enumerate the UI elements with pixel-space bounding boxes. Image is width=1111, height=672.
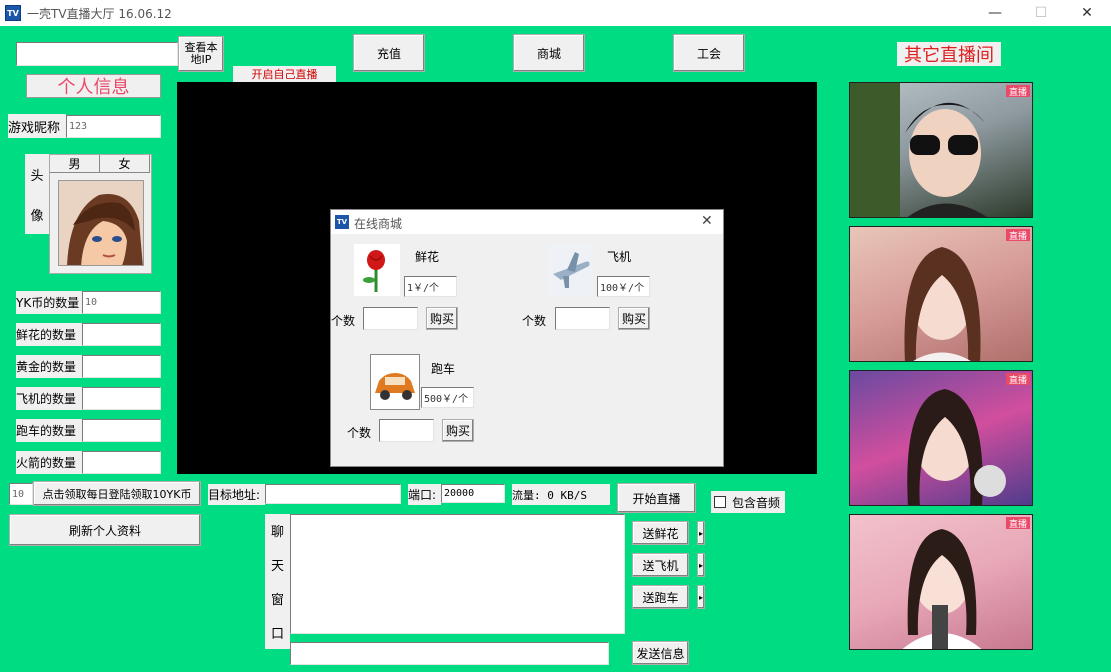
title-bar: TV 一壳TV直播大厅 16.06.12 — ☐ ✕ — [0, 0, 1111, 26]
chat-message-input[interactable] — [290, 642, 609, 665]
count-label: 鲜花的数量 — [16, 323, 82, 346]
count-field[interactable] — [82, 355, 161, 378]
live-room-thumbnail[interactable]: 直播 — [849, 82, 1033, 218]
app-icon: TV — [5, 5, 21, 21]
start-live-button[interactable]: 开始直播 — [617, 483, 696, 513]
airplane-icon — [547, 244, 593, 296]
count-label: 黄金的数量 — [16, 355, 82, 378]
streamer-photo-icon — [904, 247, 981, 361]
avatar-label-2: 像 — [30, 208, 44, 224]
tab-male[interactable]: 男 — [50, 155, 100, 173]
count-label: 火箭的数量 — [16, 451, 82, 474]
live-badge: 直播 — [1005, 517, 1030, 530]
send-car-button[interactable]: 送跑车 — [632, 585, 689, 609]
port-label: 端口: — [408, 484, 441, 505]
audio-checkbox[interactable] — [714, 496, 726, 508]
avatar-image-icon — [59, 181, 143, 265]
streamer-photo-icon — [902, 529, 982, 649]
close-icon[interactable]: ✕ — [1064, 0, 1110, 26]
chat-label-char: 窗 — [270, 592, 284, 608]
flower-quantity-spinner[interactable]: ▸ — [697, 521, 705, 545]
refresh-profile-button[interactable]: 刷新个人资料 — [9, 514, 201, 546]
avatar[interactable] — [58, 180, 144, 266]
count-label: 跑车的数量 — [16, 419, 82, 442]
live-room-thumbnail[interactable]: 直播 — [849, 370, 1033, 506]
audio-checkbox-row[interactable]: 包含音频 — [711, 491, 785, 513]
tab-female[interactable]: 女 — [100, 155, 150, 173]
plane-qty-field[interactable] — [555, 307, 610, 330]
minimize-icon[interactable]: — — [972, 0, 1018, 26]
shop-dialog-titlebar: TV 在线商城 ✕ — [331, 210, 723, 234]
send-plane-button[interactable]: 送飞机 — [632, 553, 689, 577]
chat-window-label: 聊 天 窗 口 — [265, 514, 290, 649]
daily-value-field[interactable]: 10 — [9, 483, 33, 505]
shop-dialog: TV 在线商城 ✕ 鲜花 1￥/个 个数 购买 飞机 100￥/个 个数 购买 … — [330, 209, 724, 467]
rose-icon — [354, 244, 400, 296]
car-qty-label: 个数 — [347, 426, 372, 440]
nickname-label: 游戏昵称 — [8, 114, 66, 138]
count-label: 飞机的数量 — [16, 387, 82, 410]
plane-qty-label: 个数 — [522, 314, 547, 328]
audio-checkbox-label: 包含音频 — [732, 495, 781, 510]
buy-car-button[interactable]: 购买 — [442, 419, 474, 442]
streamer-photo-icon — [907, 389, 1006, 505]
maximize-icon[interactable]: ☐ — [1018, 0, 1064, 26]
target-address-label: 目标地址: — [208, 484, 265, 505]
count-field[interactable] — [82, 419, 161, 442]
avatar-label: 头 像 — [25, 154, 49, 234]
view-ip-button[interactable]: 查看本 地IP — [178, 36, 224, 72]
avatar-panel: 男 女 — [49, 154, 152, 274]
streamer-photo-icon — [850, 83, 987, 217]
guild-button[interactable]: 工会 — [673, 34, 745, 72]
chat-label-char: 口 — [270, 626, 284, 642]
car-price: 500￥/个 — [421, 387, 474, 408]
car-qty-field[interactable] — [379, 419, 434, 442]
live-room-thumbnail[interactable]: 直播 — [849, 226, 1033, 362]
profile-section-title: 个人信息 — [26, 74, 161, 98]
start-own-live-label[interactable]: 开启自己直播 — [233, 66, 336, 82]
chat-label-char: 天 — [270, 559, 284, 575]
live-room-thumbnail[interactable]: 直播 — [849, 514, 1033, 650]
count-field[interactable]: 10 — [82, 291, 161, 314]
window-title: 一壳TV直播大厅 16.06.12 — [27, 7, 172, 21]
send-flower-button[interactable]: 送鲜花 — [632, 521, 689, 545]
flower-price: 1￥/个 — [404, 276, 457, 297]
recharge-button[interactable]: 充值 — [353, 34, 425, 72]
chat-label-char: 聊 — [270, 525, 284, 541]
plane-quantity-spinner[interactable]: ▸ — [697, 553, 705, 577]
plane-price: 100￥/个 — [597, 276, 650, 297]
live-badge: 直播 — [1005, 85, 1030, 98]
count-label: YK币的数量 — [16, 291, 82, 314]
app-icon: TV — [335, 215, 349, 229]
plane-name: 飞机 — [607, 250, 632, 264]
count-field[interactable] — [82, 387, 161, 410]
other-rooms-title: 其它直播间 — [897, 42, 1001, 66]
avatar-label-1: 头 — [30, 168, 44, 184]
nickname-field[interactable]: 123 — [66, 115, 161, 138]
buy-plane-button[interactable]: 购买 — [618, 307, 650, 330]
car-name: 跑车 — [431, 362, 456, 376]
count-field[interactable] — [82, 323, 161, 346]
ip-field[interactable] — [16, 42, 178, 66]
car-quantity-spinner[interactable]: ▸ — [697, 585, 705, 609]
chat-history-area[interactable] — [290, 514, 625, 634]
count-field[interactable] — [82, 451, 161, 474]
traffic-readout: 流量: 0 KB/S — [512, 484, 610, 505]
daily-reward-button[interactable]: 点击领取每日登陆领取10YK币 — [33, 481, 201, 506]
flower-name: 鲜花 — [415, 250, 440, 264]
live-badge: 直播 — [1005, 373, 1030, 386]
send-message-button[interactable]: 发送信息 — [632, 641, 689, 665]
close-icon[interactable]: ✕ — [701, 213, 713, 229]
shop-button[interactable]: 商城 — [513, 34, 585, 72]
flower-qty-label: 个数 — [331, 314, 356, 328]
port-field[interactable]: 20000 — [441, 484, 505, 503]
target-address-field[interactable] — [265, 484, 401, 504]
shop-dialog-title: 在线商城 — [354, 217, 403, 231]
car-icon — [370, 354, 420, 410]
live-badge: 直播 — [1005, 229, 1030, 242]
buy-flower-button[interactable]: 购买 — [426, 307, 458, 330]
flower-qty-field[interactable] — [363, 307, 418, 330]
